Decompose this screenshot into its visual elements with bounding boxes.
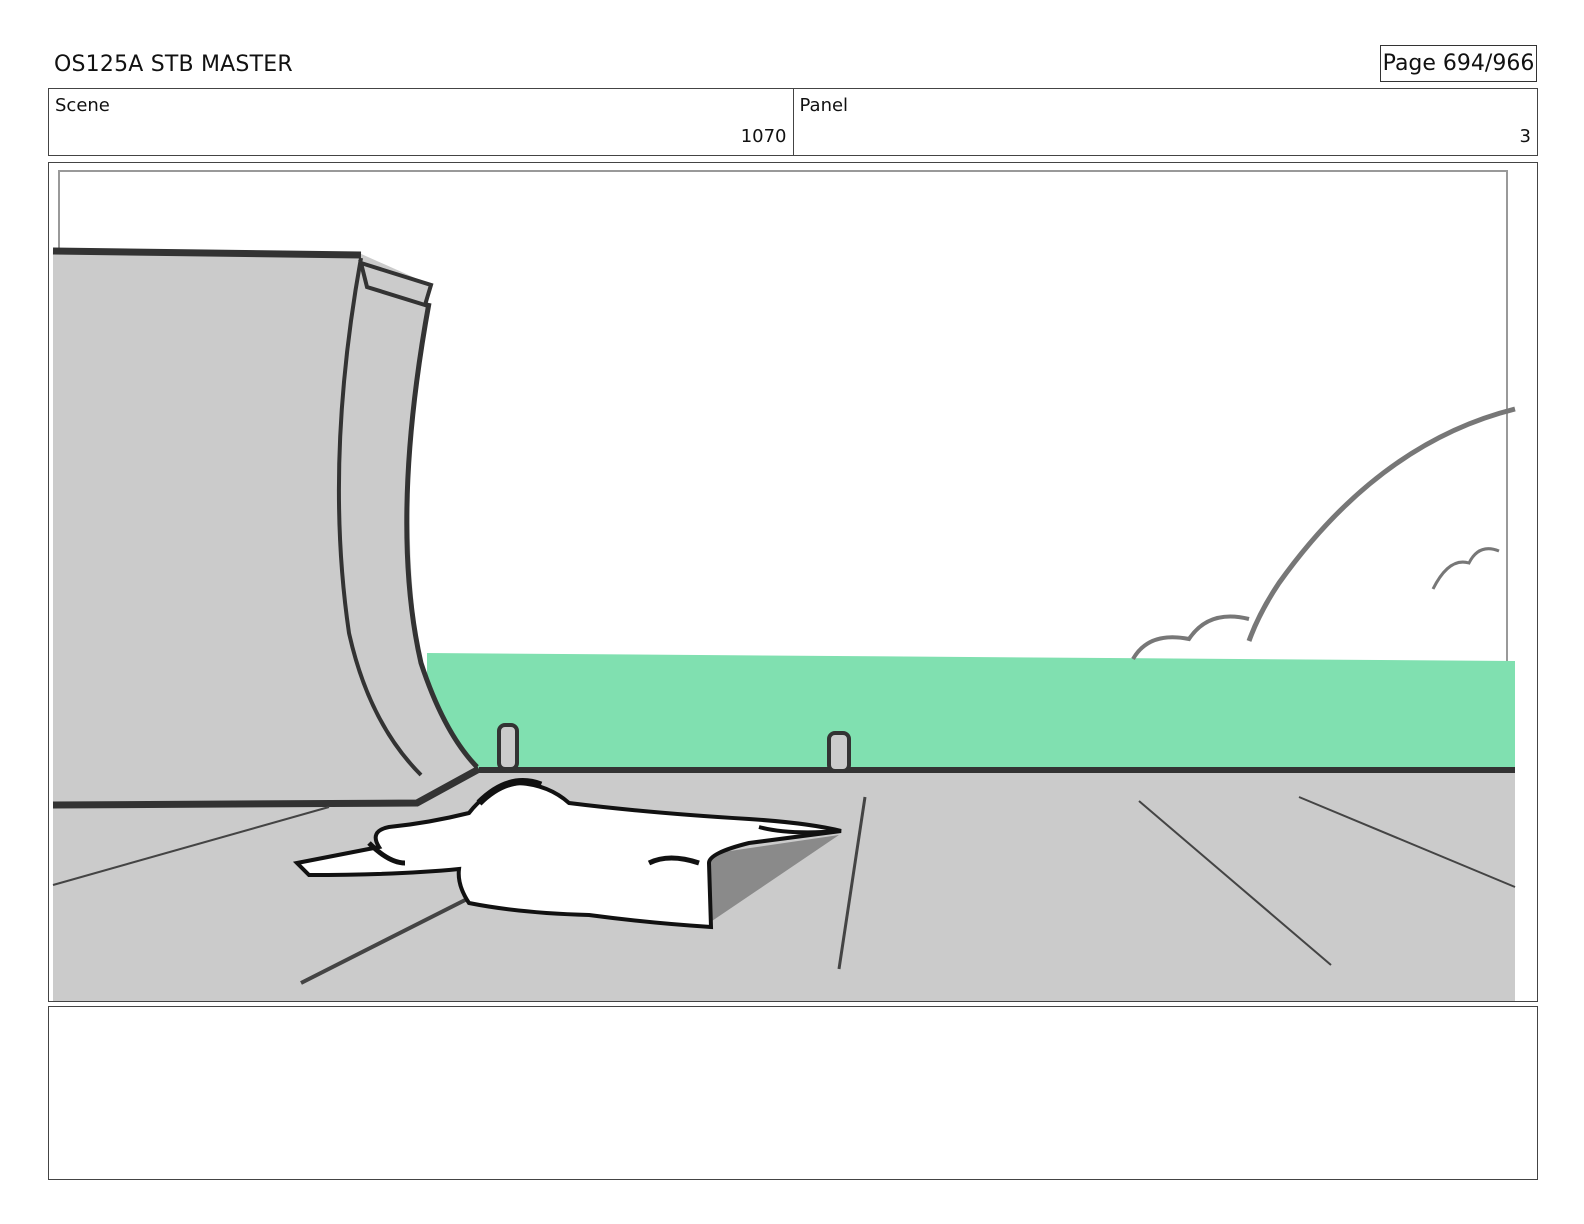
notes-box [48,1006,1538,1180]
storyboard-drawing [52,170,1516,1001]
panel-cell: Panel 3 [792,89,1538,155]
storyboard-panel [48,162,1538,1002]
tree-outline [1246,406,1516,642]
panel-label: Panel [799,95,849,116]
fence-post [497,723,519,771]
page-number: Page 694/966 [1380,45,1537,82]
ramp-top-edge [52,247,362,259]
bush-outline [1431,547,1500,590]
fence-post [827,731,851,773]
info-row: Scene 1070 Panel 3 [48,88,1538,156]
scene-label: Scene [55,95,110,116]
document-title: OS125A STB MASTER [54,52,293,77]
bush-outline [1131,614,1250,661]
ramp-wall [53,249,479,803]
grass-field [427,653,1515,771]
scene-cell: Scene 1070 [49,89,793,155]
panel-number: 3 [1519,126,1531,147]
scene-number: 1070 [740,126,787,147]
